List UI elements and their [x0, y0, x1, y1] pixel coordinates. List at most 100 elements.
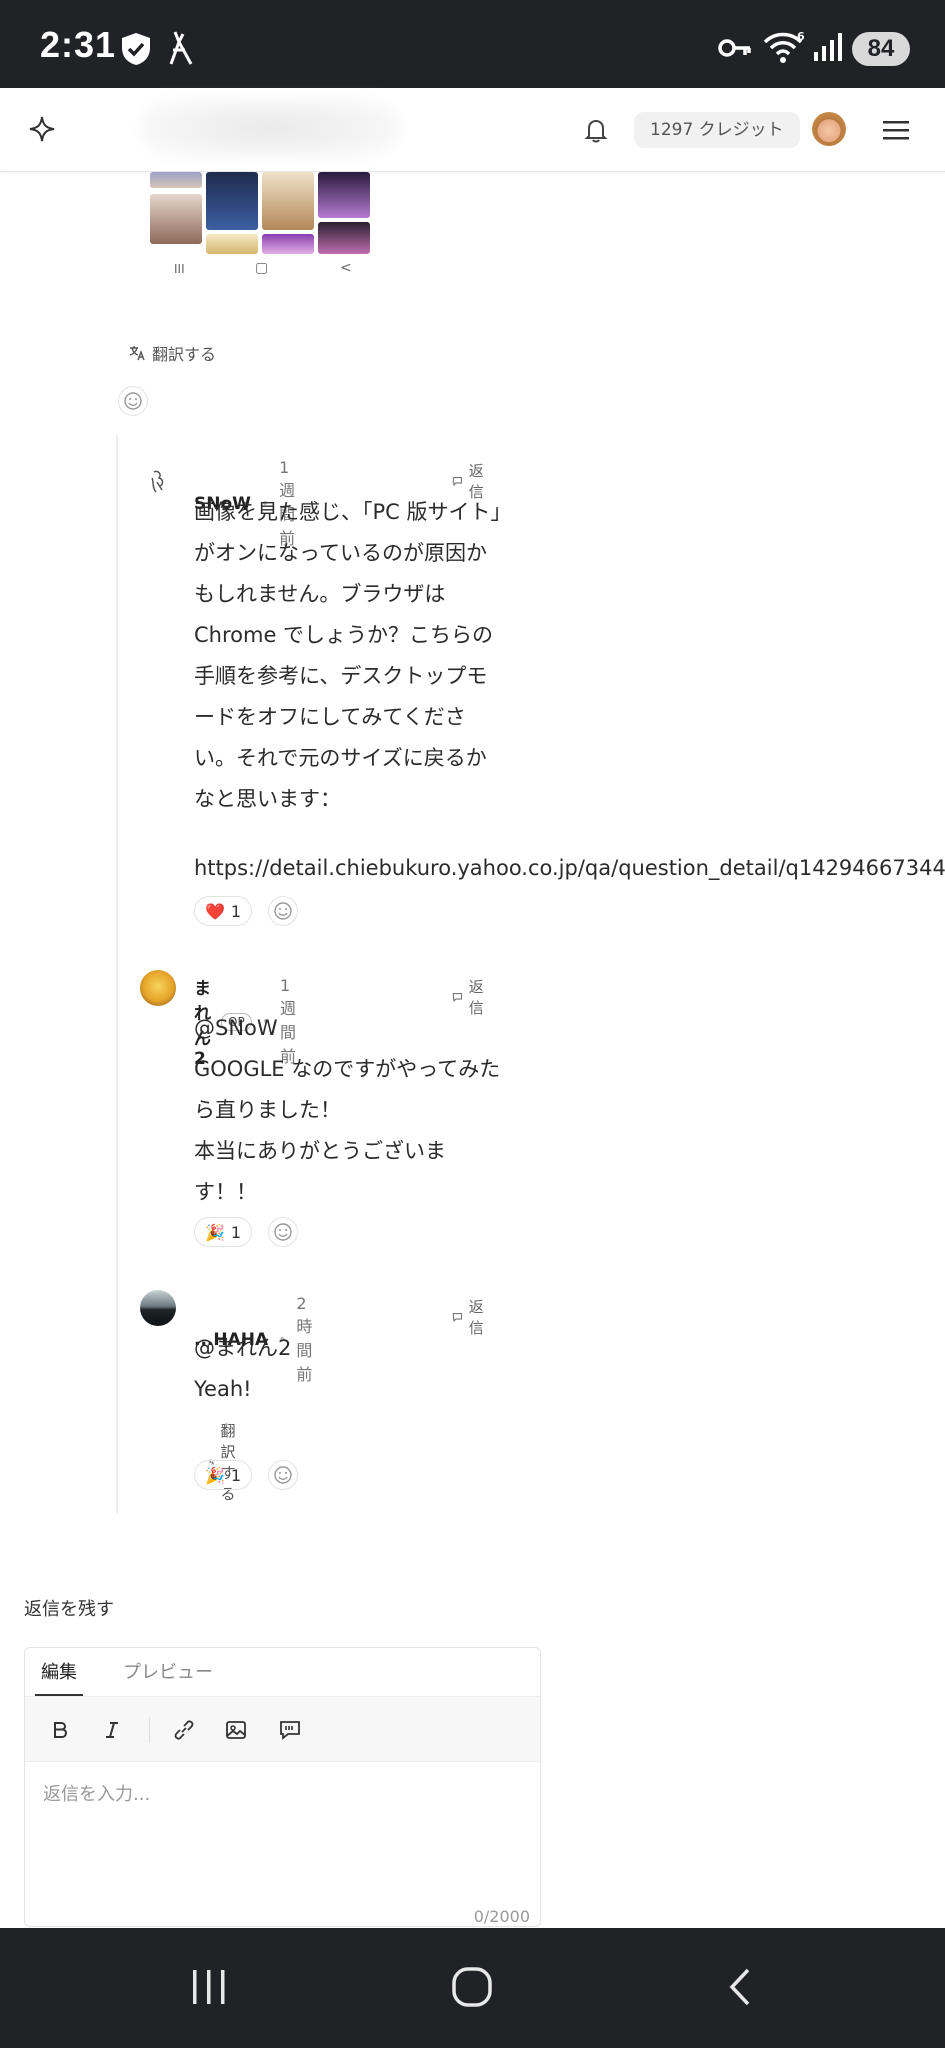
- back-glyph: <: [340, 260, 352, 276]
- smiley-icon: [274, 902, 292, 920]
- sketch-avatar-icon: [140, 464, 176, 500]
- italic-icon: [106, 1722, 118, 1738]
- system-nav-bar: [0, 1928, 945, 2048]
- translate-icon: [129, 346, 145, 361]
- editor-tabs: 編集 プレビュー: [25, 1648, 540, 1696]
- comment-line: 本当にありがとうございま: [194, 1139, 446, 1163]
- reaction-count: 1: [230, 1222, 242, 1242]
- home-icon[interactable]: [451, 1966, 493, 2008]
- status-bar: 2:31 6 84: [0, 0, 945, 88]
- quote-button[interactable]: [277, 1717, 303, 1743]
- image-thumbnail: [150, 172, 202, 188]
- post-image-grid[interactable]: [150, 172, 375, 254]
- comment-line: なと思います：: [194, 787, 341, 811]
- image-nav-bar: III ▢ <: [150, 260, 375, 282]
- leave-reply-title: 返信を残す: [24, 1599, 114, 1620]
- wifi-icon: 6: [763, 30, 805, 63]
- editor-toolbar: [25, 1696, 540, 1762]
- comment-body: 画像を見た感じ、「PC 版サイト」 がオンになっているのが原因か もしれません。…: [194, 492, 512, 820]
- reply-label: 返信: [468, 1298, 484, 1337]
- smiley-icon: [124, 392, 142, 410]
- comment-line: がオンになっているのが原因か: [194, 541, 487, 565]
- image-thumbnail: [206, 234, 258, 254]
- avatar[interactable]: [140, 970, 176, 1006]
- comment-line: Yeah!: [194, 1377, 252, 1401]
- bell-icon[interactable]: [582, 116, 610, 144]
- image-button[interactable]: [223, 1717, 249, 1743]
- quote-icon: [280, 1721, 300, 1740]
- comment-body: @SNoW GOOGLE なのですがやってみた ら直りました！ 本当にありがとう…: [194, 1008, 500, 1213]
- reaction-count: 1: [230, 901, 242, 921]
- comment-link[interactable]: https://detail.chiebukuro.yahoo.co.jp/qa…: [194, 856, 945, 880]
- comment-line: す！！: [194, 1180, 257, 1204]
- avatar[interactable]: [140, 464, 176, 500]
- mention[interactable]: @SNoW: [194, 1008, 500, 1049]
- app-figure-icon: [169, 31, 193, 65]
- reaction-heart[interactable]: ❤️ 1: [194, 896, 253, 926]
- home-glyph: ▢: [255, 260, 269, 276]
- recent-apps-glyph: III: [174, 262, 185, 276]
- vpn-key-icon: [718, 39, 751, 57]
- comment-line: 手順を参考に、デスクトップモ: [194, 664, 488, 688]
- add-reaction-button[interactable]: [268, 896, 298, 926]
- party-emoji: 🎉: [205, 1465, 225, 1485]
- signal-icon: [814, 33, 842, 61]
- reply-button[interactable]: 返信: [452, 1296, 489, 1338]
- comment-line: い。それで元のサイズに戻るか: [194, 746, 487, 770]
- translate-button[interactable]: 翻訳する: [128, 341, 216, 365]
- italic-button[interactable]: [99, 1717, 125, 1743]
- image-icon: [226, 1721, 246, 1739]
- reaction-party[interactable]: 🎉 1: [194, 1460, 253, 1490]
- link-button[interactable]: [171, 1717, 197, 1743]
- add-reaction-button[interactable]: [118, 386, 148, 416]
- comment-line: Chrome でしょうか？こちらの: [194, 623, 494, 647]
- translate-label: 翻訳する: [152, 345, 217, 364]
- mention[interactable]: @まれん2: [194, 1328, 291, 1369]
- add-reaction-button[interactable]: [268, 1217, 298, 1247]
- image-thumbnail: [318, 172, 370, 218]
- shield-check-icon: [122, 33, 150, 65]
- add-reaction-button[interactable]: [268, 1460, 298, 1490]
- comment-body: @まれん2 Yeah!: [194, 1328, 291, 1410]
- hamburger-menu-icon[interactable]: [882, 118, 910, 142]
- heart-emoji: ❤️: [205, 901, 225, 921]
- reply-icon: [452, 477, 462, 487]
- image-thumbnail: [318, 222, 370, 254]
- comment-line: GOOGLE なのですがやってみた: [194, 1057, 501, 1081]
- image-thumbnail: [262, 172, 314, 230]
- reaction-count: 1: [230, 1465, 242, 1485]
- tab-preview[interactable]: プレビュー: [117, 1658, 219, 1694]
- reply-icon: [452, 1313, 462, 1323]
- reply-input[interactable]: 返信を入力...: [43, 1780, 150, 1806]
- smiley-icon: [274, 1466, 292, 1484]
- image-thumbnail: [206, 172, 258, 230]
- blurred-logo: [140, 98, 400, 158]
- recent-apps-icon[interactable]: [188, 1966, 230, 2008]
- tab-edit[interactable]: 編集: [35, 1658, 83, 1696]
- app-header: 1297 クレジット: [0, 88, 945, 172]
- party-emoji: 🎉: [205, 1222, 225, 1242]
- user-avatar[interactable]: [812, 112, 846, 146]
- comment-line: ードをオフにしてみてくださ: [194, 705, 466, 729]
- comment-line: もしれません。ブラウザは: [194, 582, 446, 606]
- svg-text:6: 6: [797, 30, 805, 43]
- reply-editor: 編集 プレビュー 返信を入力... 0/2000: [24, 1647, 541, 1927]
- comment-line: 画像を見た感じ、「PC 版サイト」: [194, 500, 512, 524]
- credits-badge[interactable]: 1297 クレジット: [634, 112, 800, 148]
- smiley-icon: [274, 1223, 292, 1241]
- bold-icon: [54, 1722, 68, 1738]
- comment-line: ら直りました！: [194, 1098, 341, 1122]
- image-thumbnail: [150, 194, 202, 244]
- status-time: 2:31: [40, 24, 117, 65]
- bold-button[interactable]: [47, 1717, 73, 1743]
- comment-time: 2 時間前: [296, 1294, 313, 1384]
- avatar[interactable]: [140, 1290, 176, 1326]
- sparkle-icon[interactable]: [28, 115, 56, 143]
- reaction-party[interactable]: 🎉 1: [194, 1217, 253, 1247]
- image-thumbnail: [262, 234, 314, 254]
- link-icon: [174, 1720, 194, 1740]
- battery-indicator: 84: [852, 32, 910, 66]
- character-counter: 0/2000: [473, 1907, 530, 1926]
- reply-icon: [452, 993, 462, 1003]
- back-icon[interactable]: [720, 1966, 762, 2008]
